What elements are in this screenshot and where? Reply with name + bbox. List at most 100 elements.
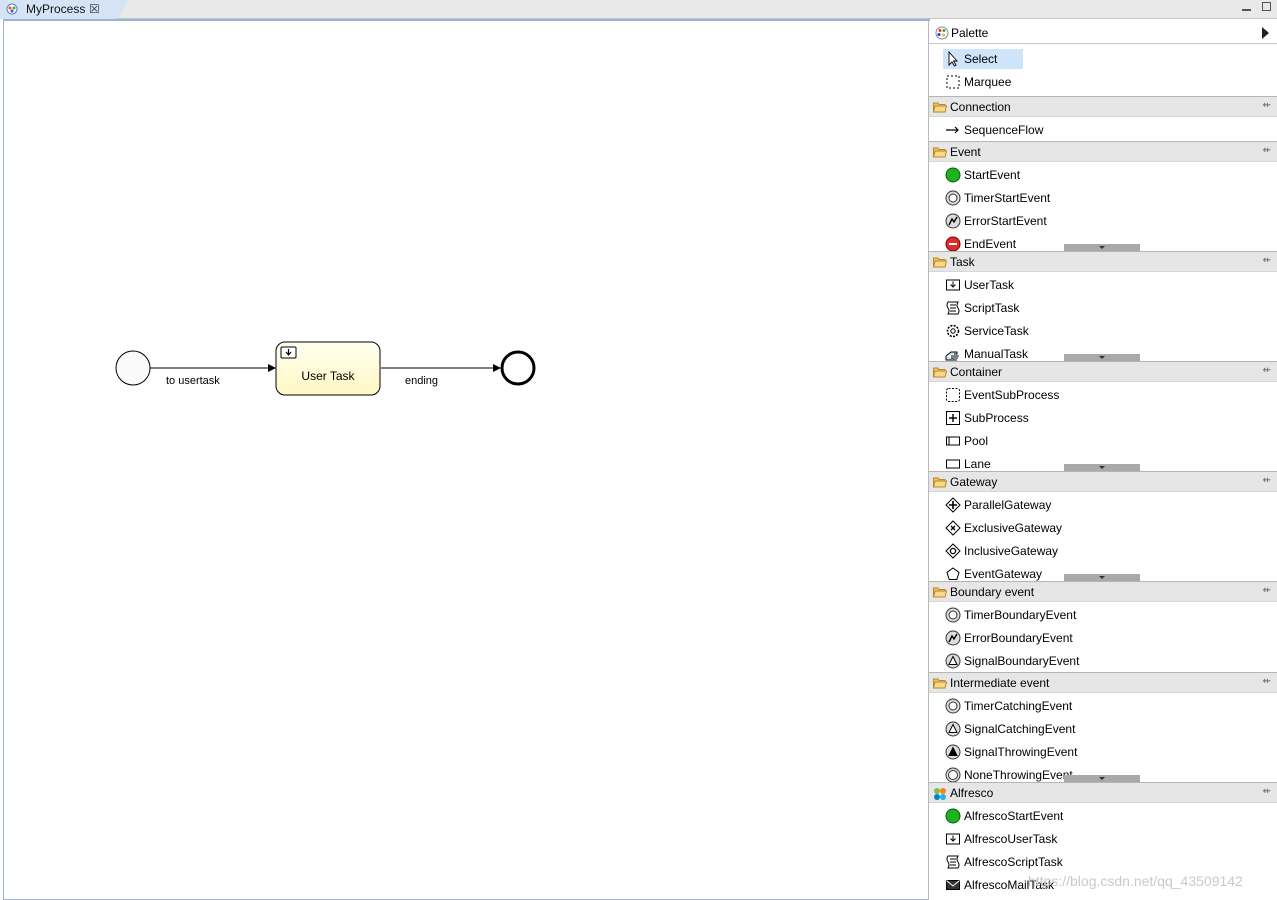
- palette-item-errorstartevent[interactable]: ErrorStartEvent: [929, 209, 1277, 232]
- palette-item-errorboundaryevent[interactable]: ErrorBoundaryEvent: [929, 626, 1277, 649]
- drawer-label: Alfresco: [950, 786, 994, 800]
- pin-icon[interactable]: ⇷: [1263, 585, 1271, 596]
- tab-title: MyProcess: [26, 2, 86, 16]
- start-event-icon: [945, 808, 961, 824]
- user-task-icon: [945, 277, 961, 293]
- palette-item-label: EndEvent: [964, 237, 1017, 251]
- drawer-header-event[interactable]: Event ⇷: [929, 142, 1277, 162]
- palette-item-parallelgateway[interactable]: ParallelGateway: [929, 493, 1277, 516]
- close-icon[interactable]: ☒: [89, 2, 100, 16]
- folder-icon: [932, 476, 948, 488]
- palette-item-timerstartevent[interactable]: TimerStartEvent: [929, 186, 1277, 209]
- palette-item-signalcatchingevent[interactable]: SignalCatchingEvent: [929, 717, 1277, 740]
- drawer-body: SequenceFlow: [929, 117, 1277, 141]
- drawer-header-container[interactable]: Container ⇷: [929, 362, 1277, 382]
- drawer-scrollbar[interactable]: [1064, 574, 1140, 581]
- palette-item-label: SubProcess: [964, 411, 1029, 425]
- pin-icon[interactable]: ⇷: [1263, 365, 1271, 376]
- tab-myprocess[interactable]: MyProcess ☒: [0, 0, 129, 19]
- drawer-event: Event ⇷ StartEvent TimerStartEvent ErrorStar…: [929, 141, 1277, 251]
- folder-icon: [932, 677, 948, 689]
- palette-item-timerboundaryevent[interactable]: TimerBoundaryEvent: [929, 603, 1277, 626]
- pin-icon[interactable]: ⇷: [1263, 255, 1271, 266]
- drawer-boundary-event: Boundary event ⇷ TimerBoundaryEvent ErrorBo…: [929, 581, 1277, 672]
- palette-item-startevent[interactable]: StartEvent: [929, 163, 1277, 186]
- palette-item-label: UserTask: [964, 278, 1015, 292]
- event-gateway-icon: [945, 566, 961, 581]
- palette-item-scripttask[interactable]: ScriptTask: [929, 296, 1277, 319]
- palette-item-alfrescousertask[interactable]: AlfrescoUserTask: [929, 827, 1277, 850]
- palette-item-inclusivegateway[interactable]: InclusiveGateway: [929, 539, 1277, 562]
- error-icon: [945, 213, 961, 229]
- maximize-icon[interactable]: [1262, 2, 1271, 11]
- watermark: https://blog.csdn.net/qq_43509142: [1028, 873, 1243, 889]
- pin-icon[interactable]: ⇷: [1263, 100, 1271, 111]
- palette-item-label: TimerBoundaryEvent: [964, 608, 1077, 622]
- flow-label-2: ending: [405, 375, 438, 387]
- drawer-header-boundary-event[interactable]: Boundary event ⇷: [929, 582, 1277, 602]
- drawer-label: Connection: [950, 100, 1011, 114]
- palette-item-eventsubprocess[interactable]: EventSubProcess: [929, 383, 1277, 406]
- minimize-icon[interactable]: [1241, 6, 1251, 11]
- pin-icon[interactable]: ⇷: [1263, 786, 1271, 797]
- palette-item-label: Lane: [964, 457, 991, 471]
- palette-item-subprocess[interactable]: SubProcess: [929, 406, 1277, 429]
- palette-item-pool[interactable]: Pool: [929, 429, 1277, 452]
- palette-item-servicetask[interactable]: ServiceTask: [929, 319, 1277, 342]
- drawer-header-gateway[interactable]: Gateway ⇷: [929, 472, 1277, 492]
- tool-select[interactable]: Select: [929, 47, 1277, 70]
- diagram-canvas[interactable]: to usertask User Task ending: [3, 19, 930, 900]
- palette-title: Palette: [951, 26, 989, 40]
- cursor-icon: [945, 50, 961, 67]
- tool-marquee[interactable]: Marquee: [929, 70, 1277, 93]
- palette-item-label: SequenceFlow: [964, 123, 1044, 137]
- process-file-icon: [6, 3, 18, 15]
- start-event[interactable]: [115, 350, 151, 386]
- drawer-connection: Connection ⇷ SequenceFlow: [929, 96, 1277, 141]
- palette-item-exclusivegateway[interactable]: ExclusiveGateway: [929, 516, 1277, 539]
- palette-item-alfrescostartevent[interactable]: AlfrescoStartEvent: [929, 804, 1277, 827]
- palette-item-signalthrowingevent[interactable]: SignalThrowingEvent: [929, 740, 1277, 763]
- drawer-label: Intermediate event: [950, 676, 1050, 690]
- palette-item-sequenceflow[interactable]: SequenceFlow: [929, 118, 1277, 141]
- drawer-task: Task ⇷ UserTask ScriptTask ServiceTask Manual…: [929, 251, 1277, 361]
- pin-icon[interactable]: ⇷: [1263, 676, 1271, 687]
- palette-header[interactable]: Palette: [929, 21, 1277, 44]
- palette-tools: Select Marquee: [929, 44, 1277, 96]
- folder-icon: [932, 366, 948, 378]
- collapse-palette-icon[interactable]: [1262, 27, 1269, 39]
- palette-item-usertask[interactable]: UserTask: [929, 273, 1277, 296]
- palette-item-label: ErrorBoundaryEvent: [964, 631, 1073, 645]
- palette-item-label: EventGateway: [964, 567, 1043, 581]
- palette-item-label: NoneThrowingEvent: [964, 768, 1073, 782]
- palette-item-signalboundaryevent[interactable]: SignalBoundaryEvent: [929, 649, 1277, 672]
- palette-item-alfrescoscripttask[interactable]: AlfrescoScriptTask: [929, 850, 1277, 873]
- drawer-scrollbar[interactable]: [1064, 775, 1140, 782]
- palette-item-label: ManualTask: [964, 347, 1029, 361]
- palette-panel: Palette Select Marquee Connection ⇷ Sequenc…: [928, 21, 1277, 900]
- drawer-container: Container ⇷ EventSubProcess SubProcess Pool L…: [929, 361, 1277, 471]
- user-task-icon: [280, 346, 297, 359]
- user-task[interactable]: User Task: [275, 341, 381, 396]
- manual-task-icon: [945, 346, 961, 361]
- end-event[interactable]: [500, 350, 536, 386]
- pin-icon[interactable]: ⇷: [1263, 145, 1271, 156]
- drawer-scrollbar[interactable]: [1064, 354, 1140, 361]
- drawer-scrollbar[interactable]: [1064, 464, 1140, 471]
- drawer-header-task[interactable]: Task ⇷: [929, 252, 1277, 272]
- drawer-header-intermediate-event[interactable]: Intermediate event ⇷: [929, 673, 1277, 693]
- service-task-icon: [945, 323, 961, 339]
- drawer-header-connection[interactable]: Connection ⇷: [929, 97, 1277, 117]
- alfresco-icon: [933, 787, 947, 800]
- task-label: User Task: [301, 369, 355, 383]
- pin-icon[interactable]: ⇷: [1263, 475, 1271, 486]
- drawer-header-alfresco[interactable]: Alfresco ⇷: [929, 783, 1277, 803]
- drawer-scrollbar[interactable]: [1064, 244, 1140, 251]
- palette-item-label: AlfrescoStartEvent: [964, 809, 1064, 823]
- drawer-label: Task: [950, 255, 975, 269]
- palette-item-label: ErrorStartEvent: [964, 214, 1047, 228]
- palette-item-label: SignalBoundaryEvent: [964, 654, 1080, 668]
- palette-item-timercatchingevent[interactable]: TimerCatchingEvent: [929, 694, 1277, 717]
- folder-icon: [932, 101, 948, 113]
- end-event-icon: [945, 236, 961, 251]
